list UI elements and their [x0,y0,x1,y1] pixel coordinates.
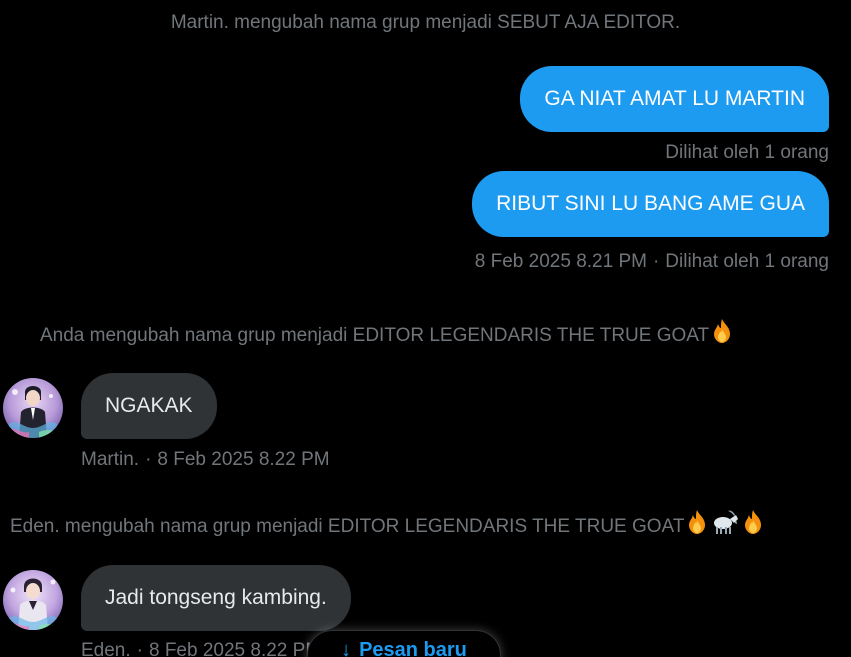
incoming-message-bubble[interactable]: NGAKAK [81,373,217,439]
system-message-rename: Martin. mengubah nama grup menjadi SEBUT… [0,11,851,35]
new-messages-label: Pesan baru [359,638,467,657]
message-text: Jadi tongseng kambing. [105,586,327,609]
system-message-rename: Anda mengubah nama grup menjadi EDITOR L… [40,318,735,351]
sender-name[interactable]: Eden. [81,640,131,657]
avatar-martin[interactable] [3,378,63,438]
message-timestamp[interactable]: 8 Feb 2025 8.22 PM [157,449,329,470]
fire-emoji-icon [740,509,766,542]
message-meta: 8 Feb 2025 8.21 PM · Dilihat oleh 1 orang [475,250,829,274]
system-message-text: Martin. mengubah nama grup menjadi SEBUT… [170,12,681,33]
sender-name[interactable]: Martin. [81,449,139,470]
new-messages-button[interactable]: ↓ Pesan baru [307,630,501,657]
outgoing-message-bubble[interactable]: RIBUT SINI LU BANG AME GUA [472,171,829,237]
meta-separator: · [136,640,143,657]
arrow-down-icon: ↓ [341,638,352,657]
system-message-text: Eden. mengubah nama grup menjadi EDITOR … [10,516,685,537]
meta-separator: · [145,449,152,470]
message-text: RIBUT SINI LU BANG AME GUA [496,192,805,215]
outgoing-message-bubble[interactable]: GA NIAT AMAT LU MARTIN [520,66,829,132]
system-message-rename: Eden. mengubah nama grup menjadi EDITOR … [10,509,766,542]
goat-emoji-icon [710,509,740,542]
message-meta: Dilihat oleh 1 orang [665,141,829,165]
fire-emoji-icon [709,318,735,351]
dm-thread: Martin. mengubah nama grup menjadi SEBUT… [0,0,851,657]
message-meta: Eden. · 8 Feb 2025 8.22 PM [81,639,321,657]
system-message-text: Anda mengubah nama grup menjadi EDITOR L… [40,325,710,346]
seen-status: Dilihat oleh 1 orang [665,251,829,272]
message-meta: Martin. · 8 Feb 2025 8.22 PM [81,448,330,472]
incoming-message-bubble[interactable]: Jadi tongseng kambing. [81,565,351,631]
message-text: NGAKAK [105,394,193,417]
seen-status: Dilihat oleh 1 orang [665,142,829,163]
fire-emoji-icon [684,509,710,542]
message-text: GA NIAT AMAT LU MARTIN [544,87,805,110]
message-timestamp[interactable]: 8 Feb 2025 8.21 PM [475,251,647,272]
meta-separator: · [652,251,660,272]
message-timestamp[interactable]: 8 Feb 2025 8.22 PM [149,640,321,657]
avatar-eden[interactable] [3,570,63,630]
